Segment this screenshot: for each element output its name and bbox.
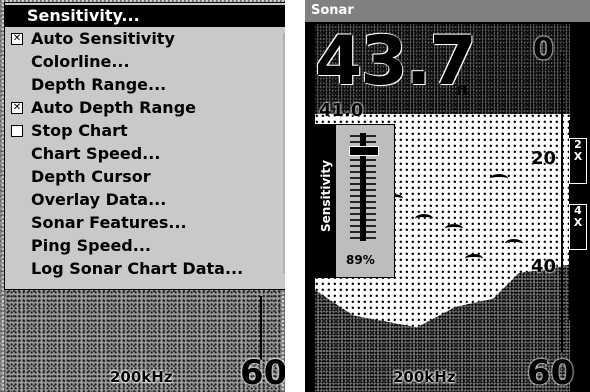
menu-item[interactable]: Sonar Features... — [5, 212, 285, 234]
menu-item-label: Chart Speed... — [31, 144, 161, 163]
menu-item[interactable]: Ping Speed... — [5, 235, 285, 257]
fish-arch-icon — [505, 239, 523, 248]
max-depth-label: 60 — [527, 353, 575, 392]
depth-unit: ft — [457, 84, 468, 98]
checkbox-checked-icon[interactable]: ✕ — [11, 33, 23, 45]
menu-item-label: Auto Depth Range — [31, 98, 196, 117]
scale-40-label: 40 — [531, 256, 557, 277]
depth-scale-line — [260, 296, 262, 360]
zoom-2x-button[interactable]: 2 X — [569, 138, 587, 184]
menu-item-label: Depth Range... — [31, 75, 167, 94]
max-depth-label: 60 — [240, 353, 285, 392]
sensitivity-title: Sensitivity — [319, 160, 333, 232]
zoom-bar: 2 X 4 X — [569, 120, 587, 320]
checkbox-checked-icon[interactable]: ✕ — [11, 102, 23, 114]
menu-item-label: Auto Sensitivity — [31, 29, 175, 48]
menu-item[interactable]: Colorline... — [5, 51, 285, 73]
sensitivity-tab: Sensitivity — [316, 125, 336, 277]
menu-item[interactable]: ✕ Auto Sensitivity — [5, 28, 285, 50]
zoom-suffix: X — [573, 150, 583, 163]
menu-item[interactable]: Overlay Data... — [5, 189, 285, 211]
scale-top-label: 0 — [533, 32, 554, 67]
frequency-label: 200kHz — [393, 368, 456, 386]
menu-item-label: Sonar Features... — [31, 213, 187, 232]
menu-item[interactable]: Stop Chart — [5, 120, 285, 142]
fish-arch-icon — [415, 214, 433, 223]
menu-item[interactable]: ✕ Auto Depth Range — [5, 97, 285, 119]
sensitivity-value: 89% — [346, 253, 375, 267]
menu-item-label: Overlay Data... — [31, 190, 167, 209]
left-sonar-screen: Sensitivity... ✕ Auto Sensitivity Colorline… — [0, 0, 285, 392]
secondary-depth-reading: 41.0 — [319, 100, 364, 121]
menu-item-label: Sensitivity... — [27, 6, 140, 25]
zoom-4x-button[interactable]: 4 X — [569, 204, 587, 250]
frequency-label: 200kHz — [110, 368, 173, 386]
window-title: Sonar — [305, 0, 590, 22]
menu-item-label: Depth Cursor — [31, 167, 151, 186]
zoom-suffix: X — [573, 216, 583, 229]
menu-item-label: Log Sonar Chart Data... — [31, 259, 244, 278]
sensitivity-slider-panel[interactable]: Sensitivity 89% — [315, 124, 395, 278]
fish-arch-icon — [445, 224, 463, 233]
fish-arch-icon — [465, 254, 483, 263]
menu-item-label: Stop Chart — [31, 121, 128, 140]
menu-item[interactable]: Sensitivity... — [5, 5, 285, 27]
slider-knob[interactable] — [349, 146, 379, 156]
menu-item[interactable]: Log Sonar Chart Data... — [5, 258, 285, 280]
menu-item-label: Colorline... — [31, 52, 130, 71]
menu-item[interactable]: Depth Range... — [5, 74, 285, 96]
menu-item[interactable]: Chart Speed... — [5, 143, 285, 165]
checkbox-unchecked-icon[interactable] — [11, 125, 23, 137]
menu-item-label: Ping Speed... — [31, 236, 151, 255]
scale-20-label: 20 — [531, 148, 557, 169]
right-sonar-screen: Sonar 43.7 ft 41.0 0 20 40 60 200kHz Sen… — [305, 0, 590, 392]
sonar-options-menu: Sensitivity... ✕ Auto Sensitivity Colorline… — [4, 2, 285, 290]
depth-scale-line — [561, 52, 563, 352]
digital-depth-reading: 43.7 — [315, 22, 477, 101]
menu-item[interactable]: Depth Cursor — [5, 166, 285, 188]
fish-arch-icon — [490, 174, 508, 183]
